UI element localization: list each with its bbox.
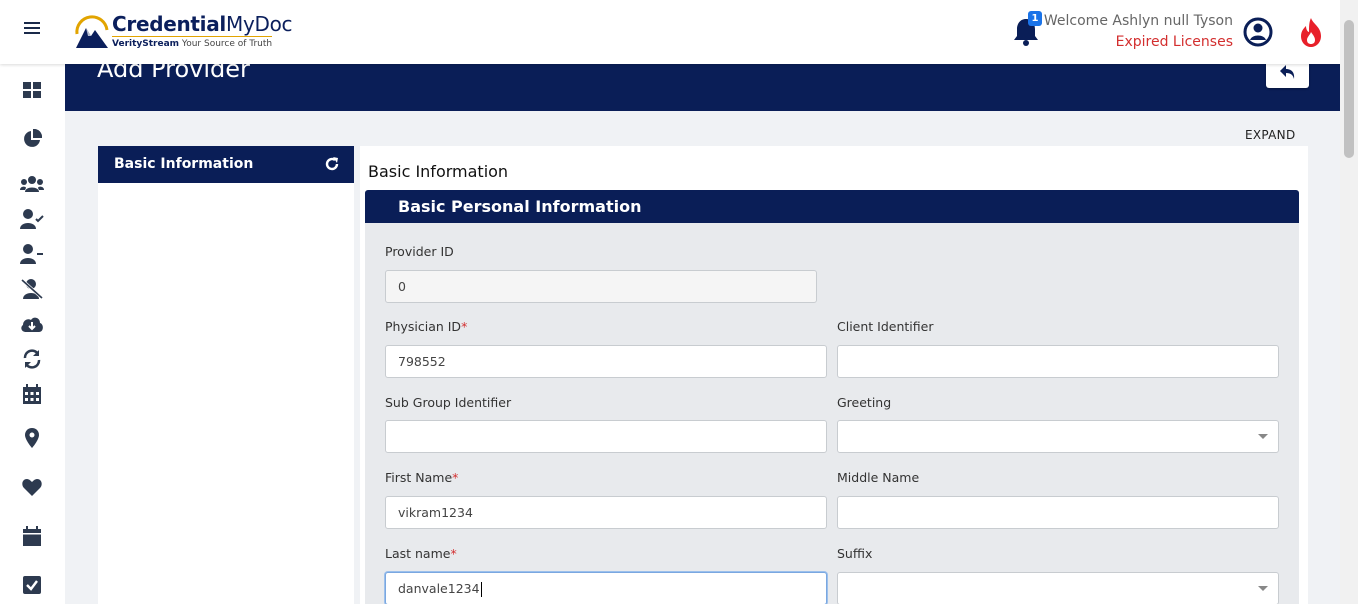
- middle-name-label: Middle Name: [837, 470, 920, 485]
- top-header: CredentialMyDoc VerityStream Your Source…: [0, 0, 1358, 64]
- user-minus-icon[interactable]: [20, 242, 44, 266]
- provider-id-field[interactable]: 0: [385, 270, 817, 303]
- scrollbar-thumb[interactable]: [1344, 20, 1354, 158]
- client-identifier-label: Client Identifier: [837, 319, 934, 334]
- suffix-select[interactable]: [837, 572, 1279, 604]
- tab-label: Basic Information: [114, 156, 254, 172]
- client-identifier-field[interactable]: [837, 345, 1279, 378]
- expired-licenses-link[interactable]: Expired Licenses: [1116, 34, 1233, 50]
- sub-group-identifier-field[interactable]: [385, 420, 827, 453]
- user-check-icon[interactable]: [20, 207, 44, 231]
- page-scrollbar[interactable]: [1340, 0, 1358, 604]
- calendar-icon[interactable]: [20, 382, 44, 406]
- brand-name: CredentialMyDoc: [112, 12, 293, 36]
- section-title: Basic Information: [368, 162, 509, 181]
- card-title: Basic Personal Information: [398, 197, 642, 216]
- first-name-field[interactable]: vikram1234: [385, 496, 827, 529]
- physician-id-label: Physician ID*: [385, 319, 468, 334]
- sub-group-identifier-label: Sub Group Identifier: [385, 395, 512, 410]
- user-account-icon[interactable]: [1243, 17, 1273, 47]
- user-slash-icon[interactable]: [20, 277, 44, 301]
- dashboard-icon[interactable]: [20, 78, 44, 102]
- middle-name-field[interactable]: [837, 496, 1279, 529]
- provider-id-label: Provider ID: [385, 244, 454, 259]
- notification-count-badge: 1: [1028, 11, 1042, 26]
- pie-chart-icon[interactable]: [20, 127, 44, 151]
- sync-icon[interactable]: [20, 347, 44, 371]
- welcome-text: Welcome Ashlyn null Tyson: [1043, 13, 1233, 29]
- heart-icon[interactable]: [20, 475, 44, 499]
- last-name-label: Last name*: [385, 546, 457, 561]
- hamburger-menu-icon[interactable]: [24, 22, 40, 38]
- card-header: Basic Personal Information: [365, 190, 1299, 223]
- section-nav-panel: Basic Information: [98, 146, 354, 604]
- text-cursor: [480, 582, 482, 597]
- brand-tagline: VerityStream Your Source of Truth: [112, 36, 272, 49]
- greeting-label: Greeting: [837, 395, 892, 410]
- page-banner: Add Provider: [65, 55, 1340, 111]
- users-icon[interactable]: [20, 172, 44, 196]
- tab-basic-information[interactable]: Basic Information: [98, 146, 354, 183]
- fire-icon[interactable]: [1297, 17, 1325, 49]
- last-name-field[interactable]: danvale1234: [385, 572, 827, 604]
- calendar-alt-icon[interactable]: [20, 524, 44, 548]
- basic-personal-information-card: Basic Personal Information Provider ID 0…: [365, 190, 1299, 604]
- mountain-logo-icon: [75, 15, 109, 48]
- checkbox-icon[interactable]: [20, 573, 44, 597]
- expand-link[interactable]: EXPAND: [1245, 128, 1296, 142]
- map-marker-icon[interactable]: [20, 426, 44, 450]
- greeting-select[interactable]: [837, 420, 1279, 453]
- form-panel: Basic Information Basic Personal Informa…: [360, 146, 1308, 604]
- chevron-down-icon: [1258, 586, 1268, 591]
- credentialmydoc-logo[interactable]: CredentialMyDoc VerityStream Your Source…: [74, 12, 293, 52]
- undo-arrow-icon: [1279, 64, 1294, 79]
- icon-sidebar: [0, 64, 65, 604]
- chevron-down-icon: [1258, 434, 1268, 439]
- cloud-download-icon[interactable]: [20, 312, 44, 336]
- first-name-label: First Name*: [385, 470, 459, 485]
- physician-id-field[interactable]: 798552: [385, 345, 827, 378]
- refresh-icon[interactable]: [324, 156, 340, 172]
- notifications-bell-icon[interactable]: 1: [1013, 11, 1042, 47]
- suffix-label: Suffix: [837, 546, 873, 561]
